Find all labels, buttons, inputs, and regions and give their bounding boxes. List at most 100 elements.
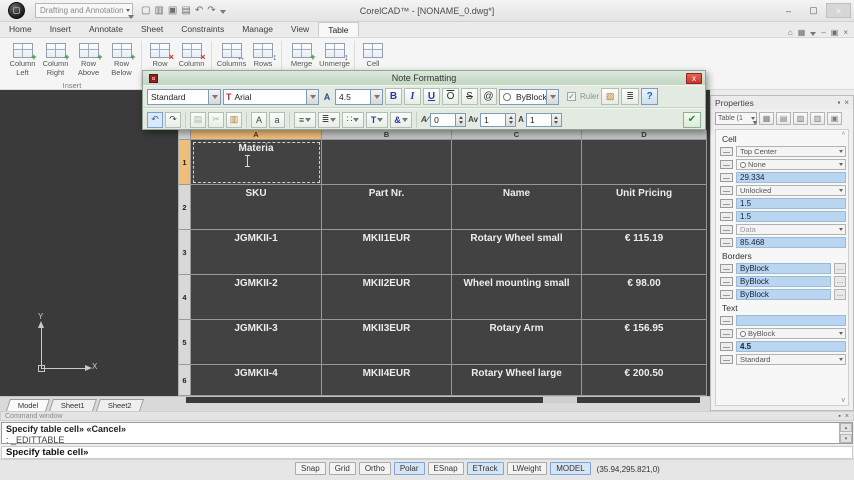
scroll-down-icon[interactable]: v <box>842 397 846 404</box>
border-color-browse-button[interactable]: … <box>834 263 846 274</box>
table-cell[interactable]: € 200.50 <box>582 365 707 396</box>
new-icon[interactable]: ▢ <box>141 5 150 16</box>
table-cell[interactable]: JGMKII-1 <box>191 230 322 275</box>
table-cell[interactable]: Rotary Wheel small <box>452 230 582 275</box>
polar-toggle[interactable]: Polar <box>393 462 425 475</box>
ruler-checkbox[interactable]: ✓ <box>567 92 576 101</box>
dialog-close-button[interactable]: x <box>686 72 702 84</box>
redo-button[interactable]: ↷ <box>165 111 181 128</box>
cell-style-select[interactable]: Data <box>736 224 846 235</box>
text-height-field[interactable]: 4.5 <box>736 341 846 352</box>
column-header-c[interactable]: C <box>452 130 582 140</box>
undo-button[interactable]: ↶ <box>147 111 163 128</box>
symbol-button[interactable]: @ <box>480 88 497 105</box>
lock-state-select[interactable]: Unlocked <box>736 185 846 196</box>
tab-manage[interactable]: Manage <box>233 22 282 37</box>
minimize-button[interactable]: – <box>776 3 801 18</box>
margin-horizontal-field[interactable]: 1.5 <box>736 198 846 209</box>
lweight-toggle[interactable]: LWeight <box>506 462 548 475</box>
table-cell[interactable]: € 115.19 <box>582 230 707 275</box>
cell-size-field[interactable]: 85.468 <box>736 237 846 248</box>
app-logo-icon[interactable] <box>8 2 25 19</box>
close-button[interactable]: × <box>826 3 851 18</box>
border-lineweight-field[interactable]: ByBlock <box>736 289 831 300</box>
table-cell[interactable]: Rotary Arm <box>452 320 582 365</box>
width-factor-stepper[interactable]: 1 <box>525 112 562 127</box>
tab-sheet1[interactable]: Sheet1 <box>49 399 98 411</box>
tab-home[interactable]: Home <box>0 22 41 37</box>
table-corner[interactable] <box>179 130 191 140</box>
panel-close-icon[interactable]: × <box>844 98 849 107</box>
table-cell[interactable]: JGMKII-4 <box>191 365 322 396</box>
panel-options-button[interactable]: ▣ <box>827 111 842 125</box>
print-icon[interactable]: ▤ <box>181 5 190 16</box>
text-color-select[interactable]: ByBlock <box>499 88 559 105</box>
delete-column-button[interactable]: × Column <box>175 41 208 69</box>
table-cell[interactable]: SKU <box>191 185 322 230</box>
collapse-section-icon[interactable]: ^ <box>842 132 845 139</box>
ortho-toggle[interactable]: Ortho <box>358 462 391 475</box>
row-number[interactable]: 1 <box>179 140 191 185</box>
table-cell[interactable]: Rotary Wheel large <box>452 365 582 396</box>
text-style-select[interactable]: Standard <box>147 88 221 105</box>
bold-button[interactable]: B <box>385 88 402 105</box>
table-cell[interactable]: Part Nr. <box>322 185 452 230</box>
hscrollbar-thumb[interactable] <box>543 397 577 403</box>
row-number[interactable]: 5 <box>179 320 191 365</box>
cell-button[interactable]: Cell <box>358 41 388 69</box>
insert-row-below-button[interactable]: + Row Below <box>105 41 138 77</box>
paragraph-options-button[interactable]: ≣ <box>621 88 640 105</box>
row-number[interactable]: 3 <box>179 230 191 275</box>
border-lineweight-browse-button[interactable]: … <box>834 289 846 300</box>
column-header-b[interactable]: B <box>322 130 452 140</box>
select-matching-button[interactable]: ▦ <box>759 111 774 125</box>
help-button[interactable]: ? <box>641 88 659 105</box>
esnap-toggle[interactable]: ESnap <box>427 462 464 475</box>
scroll-up-icon[interactable]: ▴ <box>840 423 852 432</box>
lowercase-button[interactable]: a <box>269 111 285 128</box>
text-style-select[interactable]: Standard <box>736 354 846 365</box>
background-mask-button[interactable]: ▨ <box>601 88 620 105</box>
size-rows-button[interactable]: ↕ Rows <box>248 41 278 69</box>
text-content-field[interactable] <box>736 315 846 326</box>
table-cell[interactable]: MKII1EUR <box>322 230 452 275</box>
table-cell[interactable] <box>452 140 582 185</box>
table-cell[interactable] <box>322 140 452 185</box>
model-toggle[interactable]: MODEL <box>550 462 591 475</box>
select-entities-button[interactable]: ▧ <box>793 111 808 125</box>
pin-icon[interactable]: ▪ <box>838 413 840 420</box>
merge-cells-button[interactable]: + Merge <box>285 41 318 69</box>
overline-button[interactable]: O <box>442 88 459 105</box>
redo-icon[interactable]: ↷ <box>207 5 215 16</box>
delete-row-button[interactable]: × Row <box>145 41 175 69</box>
border-color-field[interactable]: ByBlock <box>736 263 831 274</box>
panel-icon[interactable]: ▦ <box>798 29 806 37</box>
doc-minimize-button[interactable]: – <box>821 29 825 37</box>
workspace-select[interactable]: Drafting and Annotation <box>35 3 134 19</box>
doc-restore-button[interactable]: ▣ <box>831 29 839 37</box>
font-size-select[interactable]: 4.5 <box>335 88 383 105</box>
tab-view[interactable]: View <box>282 22 318 37</box>
alignment-select[interactable]: Top Center <box>736 146 846 157</box>
insert-symbol-button[interactable]: & <box>390 111 412 128</box>
table-cell[interactable]: € 156.95 <box>582 320 707 365</box>
command-history[interactable]: Specify table cell» «Cancel» : _EDITTABL… <box>1 422 853 445</box>
border-linestyle-browse-button[interactable]: … <box>834 276 846 287</box>
tab-table[interactable]: Table <box>318 22 359 37</box>
tab-sheet2[interactable]: Sheet2 <box>96 399 144 411</box>
line-spacing-button[interactable]: ≡ <box>294 111 316 128</box>
save-icon[interactable]: ▣ <box>168 5 177 16</box>
ok-button[interactable]: ✔ <box>683 111 701 128</box>
table-cell[interactable] <box>582 140 707 185</box>
table-cell[interactable]: Unit Pricing <box>582 185 707 230</box>
snap-toggle[interactable]: Snap <box>295 462 326 475</box>
grid-toggle[interactable]: Grid <box>328 462 356 475</box>
list-format-button[interactable]: ∷ <box>342 111 364 128</box>
doc-close-button[interactable]: × <box>843 29 848 37</box>
table-cell[interactable]: MKII2EUR <box>322 275 452 320</box>
tab-sheet[interactable]: Sheet <box>132 22 172 37</box>
border-linestyle-field[interactable]: ByBlock <box>736 276 831 287</box>
background-select[interactable]: None <box>736 159 846 170</box>
paste-button[interactable]: ▥ <box>226 111 242 128</box>
command-window-titlebar[interactable]: Command window ▪ × <box>0 411 854 421</box>
